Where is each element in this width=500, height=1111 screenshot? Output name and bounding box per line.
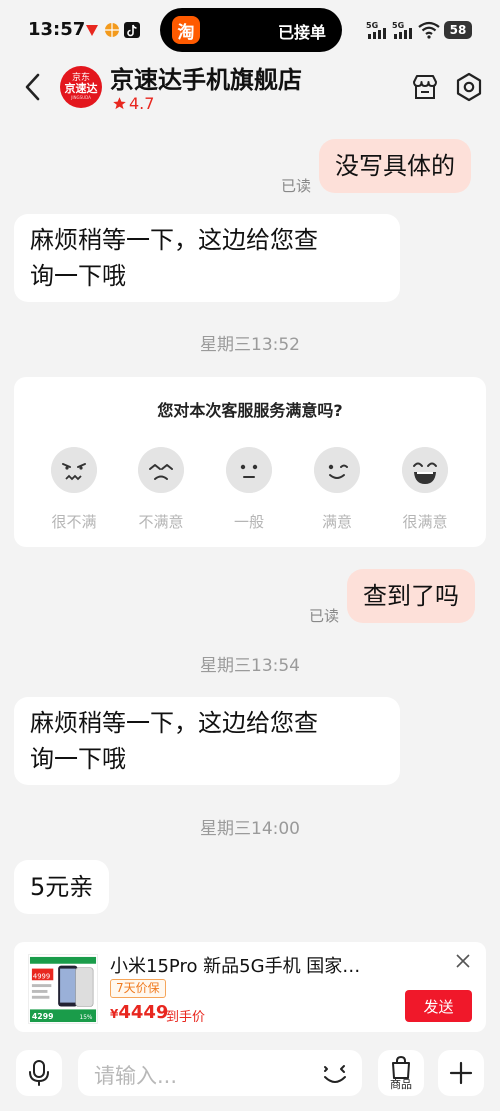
tiktok-icon — [124, 22, 140, 38]
input-placeholder: 请输入... — [94, 1064, 178, 1088]
product-title[interactable]: 小米15Pro 新品5G手机 国家… — [110, 952, 440, 978]
survey-label-satisfied: 满意 — [321, 513, 352, 531]
message-timestamp: 星期三13:52 — [200, 335, 300, 355]
price-protection-tag: 7天价保 — [110, 979, 166, 998]
input-bar: 请输入... 商品 — [0, 1046, 500, 1111]
store-icon[interactable] — [410, 72, 440, 102]
back-arrow-icon[interactable] — [20, 70, 46, 104]
message-bubble-incoming[interactable]: 麻烦稍等一下，这边给您查 询一下哦 — [14, 697, 400, 785]
svg-text:15%: 15% — [80, 1015, 93, 1021]
goods-button[interactable]: 商品 — [378, 1050, 424, 1096]
voice-button[interactable] — [16, 1050, 62, 1096]
location-arrow-icon — [86, 25, 98, 36]
settings-gear-icon[interactable] — [454, 72, 484, 102]
product-thumbnail[interactable]: 4999 4299 15% — [28, 954, 98, 1024]
message-bubble-outgoing[interactable]: 查到了吗 — [347, 569, 475, 623]
survey-label-very-satisfied: 很满意 — [402, 513, 448, 531]
message-bubble-outgoing[interactable]: 没写具体的 — [319, 139, 471, 193]
taobao-app-icon: 淘 — [172, 16, 200, 44]
basketball-icon — [105, 23, 119, 37]
unsatisfied-face-icon[interactable] — [138, 447, 184, 493]
send-product-button[interactable]: 发送 — [405, 990, 472, 1022]
svg-text:4999: 4999 — [33, 972, 50, 980]
survey-question: 您对本次客服服务满意吗? — [157, 401, 343, 420]
survey-label-very-unsatisfied: 很不满 — [51, 513, 97, 531]
product-price: ¥4449 — [110, 1002, 169, 1023]
plus-icon — [449, 1061, 473, 1085]
satisfied-face-icon[interactable] — [314, 447, 360, 493]
very-unsatisfied-face-icon[interactable] — [51, 447, 97, 493]
svg-text:5G: 5G — [366, 21, 378, 30]
survey-label-neutral: 一般 — [233, 513, 264, 531]
message-bubble-incoming[interactable]: 5元亲 — [14, 860, 110, 914]
star-icon — [113, 97, 126, 110]
very-satisfied-face-icon[interactable] — [402, 447, 448, 493]
shop-rating: 4.7 — [112, 94, 154, 113]
neutral-face-icon[interactable] — [226, 447, 272, 493]
goods-label: 商品 — [390, 1078, 412, 1091]
emoji-icon[interactable] — [320, 1058, 350, 1088]
svg-text:5G: 5G — [392, 21, 404, 30]
read-receipt: 已读 — [309, 607, 340, 625]
more-options-button[interactable] — [438, 1050, 484, 1096]
dynamic-island[interactable]: 淘 已接单 — [160, 8, 342, 52]
price-note: 到手价 — [166, 1010, 206, 1025]
chat-header: 京东 京速达 JINGSUDA 京速达手机旗舰店 4.7 — [0, 60, 500, 120]
battery-indicator: 58 — [444, 21, 472, 39]
read-receipt: 已读 — [281, 177, 312, 195]
wifi-icon — [418, 21, 440, 39]
close-icon[interactable] — [456, 954, 470, 968]
cellular-signal-icon: 5G — [366, 21, 386, 39]
satisfaction-survey-card: 您对本次客服服务满意吗? 很不满 不满意 一般 满意 很满意 — [14, 377, 486, 547]
message-bubble-incoming[interactable]: 麻烦稍等一下，这边给您查 询一下哦 — [14, 214, 400, 302]
product-card[interactable]: 4999 4299 15% 小米15Pro 新品5G手机 国家… 7天价保 ¥4… — [14, 942, 486, 1032]
status-time: 13:57 — [28, 19, 86, 40]
rating-value: 4.7 — [129, 94, 155, 113]
order-accepted-text: 已接单 — [277, 23, 326, 42]
microphone-icon — [29, 1060, 49, 1086]
status-bar: 13:57 淘 已接单 5G 5G 58 — [0, 0, 500, 60]
svg-text:4299: 4299 — [32, 1012, 54, 1021]
survey-label-unsatisfied: 不满意 — [138, 513, 184, 531]
cellular-signal-2-icon: 5G — [392, 21, 412, 39]
shop-name[interactable]: 京速达手机旗舰店 — [110, 60, 302, 95]
message-input[interactable]: 请输入... — [78, 1050, 362, 1096]
message-timestamp: 星期三14:00 — [200, 819, 300, 839]
shop-avatar[interactable]: 京东 京速达 JINGSUDA — [60, 66, 102, 108]
message-timestamp: 星期三13:54 — [200, 656, 300, 676]
